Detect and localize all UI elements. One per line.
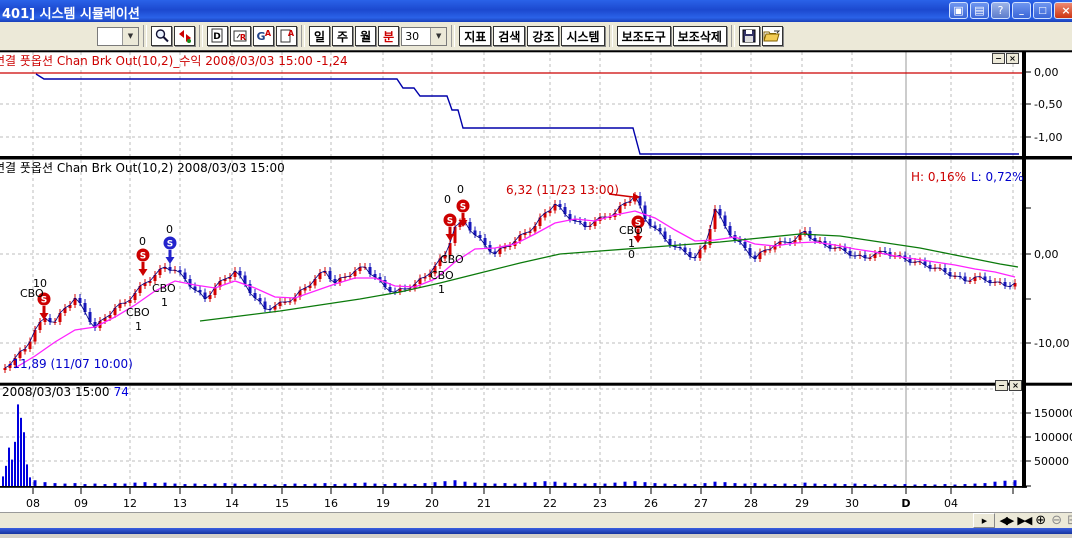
svg-text:1: 1 — [438, 283, 445, 296]
y-axis-labels: 0,00 -0,50 -1,00 0,00 -10,00 150000 100000 5000… — [1026, 66, 1072, 486]
low-point-annotation: -11,89 (11/07 10:00) — [8, 357, 133, 371]
low-percent-label: L: 0,72% — [971, 170, 1024, 184]
svg-text:CBO: CBO — [20, 287, 44, 300]
scroll-right-icon: ▶ — [982, 517, 987, 525]
svg-text:CBO: CBO — [619, 224, 643, 237]
svg-text:22: 22 — [543, 497, 557, 510]
x-axis-labels: 08 09 12 13 14 15 16 19 20 21 22 23 26 27 28 29 30 D 04 — [26, 488, 1013, 510]
svg-text:29: 29 — [795, 497, 809, 510]
svg-text:16: 16 — [324, 497, 338, 510]
svg-text:-0,50: -0,50 — [1034, 98, 1062, 111]
svg-text:S: S — [447, 217, 453, 227]
svg-text:28: 28 — [744, 497, 758, 510]
svg-text:CBO: CBO — [126, 306, 150, 319]
panel-close-button[interactable]: × — [1009, 380, 1022, 391]
svg-text:D: D — [901, 497, 910, 510]
svg-text:150000: 150000 — [1034, 407, 1072, 420]
svg-text:09: 09 — [74, 497, 88, 510]
svg-text:08: 08 — [26, 497, 40, 510]
svg-text:21: 21 — [477, 497, 491, 510]
volume-panel-controls: − × — [995, 380, 1022, 391]
grid-toggle-icon[interactable]: ⊞ — [1067, 513, 1072, 528]
zoom-in-icon[interactable]: ⊕ — [1035, 513, 1046, 528]
window-bottom-border — [0, 528, 1072, 534]
panel-close-button[interactable]: × — [1006, 53, 1019, 64]
peak-point-annotation: 6,32 (11/23 13:00) — [506, 183, 619, 197]
svg-text:0,00: 0,00 — [1034, 248, 1059, 261]
svg-text:27: 27 — [694, 497, 708, 510]
svg-text:23: 23 — [593, 497, 607, 510]
svg-text:0: 0 — [139, 235, 146, 248]
svg-text:50000: 50000 — [1034, 455, 1069, 468]
panel-minimize-button[interactable]: − — [992, 53, 1005, 64]
svg-text:0: 0 — [628, 248, 635, 261]
volume-panel-date: 2008/03/03 15:00 — [2, 385, 110, 399]
svg-text:S: S — [167, 240, 173, 250]
svg-text:19: 19 — [376, 497, 390, 510]
svg-text:-1,00: -1,00 — [1034, 131, 1062, 144]
volume-panel-value: 74 — [114, 385, 129, 399]
main-panel-header: 연결 풋옵션 Chan Brk Out(10,2) 2008/03/03 15:… — [0, 159, 285, 176]
svg-text:0: 0 — [457, 183, 464, 196]
svg-text:CBO: CBO — [430, 269, 454, 282]
svg-text:S: S — [460, 203, 466, 213]
svg-text:26: 26 — [644, 497, 658, 510]
bottom-strip: ▶ ◀▶ ▶◀ ⊕ ⊖ ⊞ — [0, 512, 1072, 528]
svg-text:20: 20 — [425, 497, 439, 510]
high-percent-label: H: 0,16% — [911, 170, 966, 184]
app-window: 401] 시스템 시뮬레이션 ▣ ▤ ? _ □ × ▼ D R — [0, 0, 1072, 538]
collapse-range-icon[interactable]: ▶◀ — [1017, 514, 1030, 527]
gridlines — [0, 52, 1022, 486]
svg-text:CBO: CBO — [152, 282, 176, 295]
svg-text:1: 1 — [161, 296, 168, 309]
svg-text:CBO: CBO — [440, 253, 464, 266]
svg-text:12: 12 — [123, 497, 137, 510]
svg-text:15: 15 — [275, 497, 289, 510]
volume-panel-header: 2008/03/03 15:00 74 — [2, 385, 129, 399]
volume-bars — [2, 404, 1017, 486]
svg-text:0: 0 — [444, 193, 451, 206]
svg-text:-10,00: -10,00 — [1034, 337, 1069, 350]
profit-panel-controls: − × — [992, 53, 1019, 64]
chart-canvas[interactable]: SSSSSS10CBO00CBO1CBO100CBOCBO1CBO100,00-… — [0, 0, 1072, 538]
svg-text:14: 14 — [225, 497, 239, 510]
svg-text:04: 04 — [944, 497, 958, 510]
profit-panel-header: 연결 풋옵션 Chan Brk Out(10,2)_수익 2008/03/03 … — [0, 52, 348, 69]
svg-text:0: 0 — [166, 223, 173, 236]
svg-text:S: S — [140, 252, 146, 262]
svg-text:1: 1 — [135, 320, 142, 333]
zoom-out-icon[interactable]: ⊖ — [1051, 513, 1062, 528]
expand-range-icon[interactable]: ◀▶ — [999, 514, 1012, 527]
svg-text:0,00: 0,00 — [1034, 66, 1059, 79]
scroll-right-button[interactable]: ▶ — [973, 513, 995, 528]
profit-step-line — [0, 73, 1022, 154]
svg-text:30: 30 — [845, 497, 859, 510]
panel-minimize-button[interactable]: − — [995, 380, 1008, 391]
svg-text:13: 13 — [173, 497, 187, 510]
svg-text:100000: 100000 — [1034, 431, 1072, 444]
